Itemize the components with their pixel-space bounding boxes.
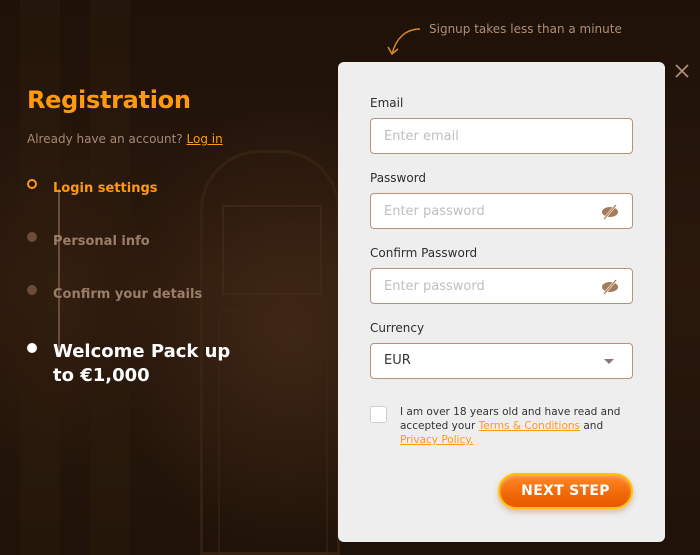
confirm-password-label: Confirm Password [370, 246, 478, 260]
chevron-down-icon [604, 359, 614, 364]
privacy-policy-link[interactable]: Privacy Policy. [400, 434, 473, 446]
welcome-pack-line1: Welcome Pack up [53, 341, 231, 362]
background-column [20, 0, 60, 555]
password-input[interactable] [371, 194, 591, 228]
welcome-pack-line2: to €1,000 [53, 365, 150, 386]
login-prompt: Already have an account? Log in [27, 132, 223, 146]
signup-hint: Signup takes less than a minute [429, 22, 622, 36]
confirm-password-field-wrapper [370, 268, 633, 304]
next-step-button[interactable]: NEXT STEP [498, 473, 633, 509]
terms-conditions-link[interactable]: Terms & Conditions [479, 420, 580, 432]
page-title: Registration [27, 86, 191, 114]
login-link[interactable]: Log in [187, 132, 223, 146]
step-dot-icon [27, 232, 37, 242]
background-column [90, 0, 130, 555]
curved-arrow-icon [387, 28, 421, 56]
step-label: Login settings [53, 181, 158, 196]
currency-selected-value: EUR [384, 353, 411, 368]
background-door-panel [222, 205, 322, 295]
steps-progress-line [58, 189, 60, 354]
terms-text-middle: and [583, 420, 604, 432]
email-field-wrapper [370, 118, 633, 154]
step-dot-icon [27, 285, 37, 295]
confirm-password-input[interactable] [371, 269, 591, 303]
background-door-panel [218, 310, 328, 555]
eye-slash-icon[interactable] [600, 279, 620, 295]
age-terms-checkbox[interactable] [370, 406, 387, 423]
step-final-dot-icon [27, 343, 37, 353]
email-label: Email [370, 96, 404, 110]
password-label: Password [370, 171, 427, 185]
login-prompt-text: Already have an account? [27, 132, 183, 146]
welcome-pack-label: Welcome Pack up to €1,000 [53, 340, 230, 388]
password-field-wrapper [370, 193, 633, 229]
email-input[interactable] [371, 119, 591, 153]
close-icon[interactable] [674, 63, 690, 79]
step-active-dot-icon [27, 179, 37, 189]
registration-form: Email Password Confirm Password Currency… [338, 62, 665, 542]
currency-label: Currency [370, 321, 425, 335]
step-label: Personal info [53, 234, 150, 249]
eye-slash-icon[interactable] [600, 204, 620, 220]
step-label: Confirm your details [53, 287, 203, 302]
terms-text: I am over 18 years old and have read and… [400, 405, 640, 447]
currency-select[interactable]: EUR [370, 343, 633, 379]
